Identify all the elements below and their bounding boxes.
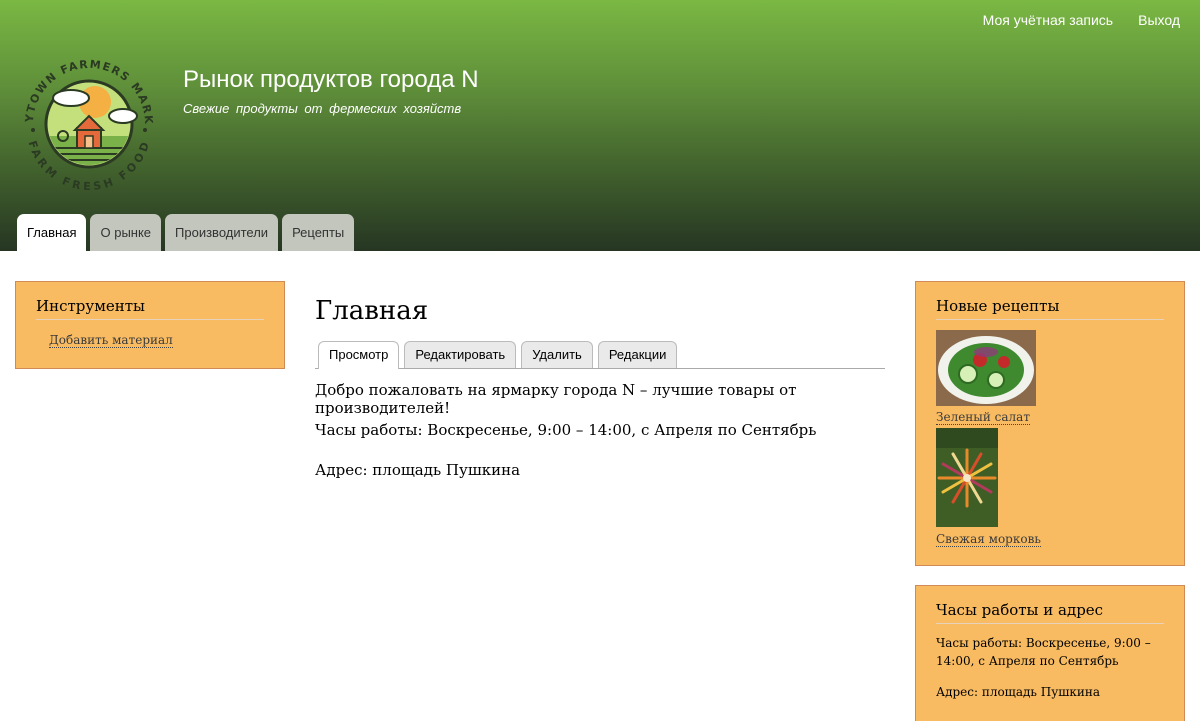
site-slogan: Свежие продукты от фермеских хозяйств <box>183 101 462 116</box>
welcome-paragraph: Добро пожаловать на ярмарку города N – л… <box>315 381 797 417</box>
add-content-link[interactable]: Добавить материал <box>49 333 173 348</box>
page-title: Главная <box>315 296 429 326</box>
tools-block-title: Инструменты <box>36 297 264 320</box>
tab-edit[interactable]: Редактировать <box>404 341 517 368</box>
main-menu: Главная О рынке Производители Рецепты <box>17 214 355 251</box>
hours-text: Часы работы: Воскресенье, 9:00 – 14:00, … <box>936 636 1151 668</box>
farmers-market-logo-icon: ANYTOWN FARMERS MARKET FARM FRESH FOOD <box>10 40 154 193</box>
salad-image[interactable] <box>936 330 1036 406</box>
tab-revisions[interactable]: Редакции <box>597 341 678 368</box>
main-menu-home[interactable]: Главная <box>17 214 87 251</box>
my-account-link[interactable]: Моя учётная запись <box>983 12 1113 28</box>
main-menu-recipes[interactable]: Рецепты <box>282 214 355 251</box>
main-menu-about[interactable]: О рынке <box>90 214 162 251</box>
site-header: Моя учётная запись Выход YTOWN FARMERS M… <box>0 0 1200 251</box>
hours-address-title: Часы работы и адрес <box>936 601 1164 624</box>
logout-link[interactable]: Выход <box>1138 12 1180 28</box>
address-text: Адрес: площадь Пушкина <box>936 685 1101 699</box>
content-tabs: Просмотр Редактировать Удалить Редакции <box>315 341 885 369</box>
address-paragraph: Адрес: площадь Пушкина <box>315 461 521 479</box>
main-menu-producers[interactable]: Производители <box>165 214 279 251</box>
secondary-menu: Моя учётная запись Выход <box>983 12 1180 28</box>
tab-view[interactable]: Просмотр <box>318 341 400 369</box>
recipe-link-salad[interactable]: Зеленый салат <box>936 410 1030 425</box>
hours-paragraph: Часы работы: Воскресенье, 9:00 – 14:00, … <box>315 421 817 439</box>
recipe-link-carrots[interactable]: Свежая морковь <box>936 532 1041 547</box>
tab-delete[interactable]: Удалить <box>521 341 593 368</box>
new-recipes-title: Новые рецепты <box>936 297 1164 320</box>
site-logo[interactable]: ANYTOWN FARMERS MARKET FARM FRESH FOOD <box>10 40 163 198</box>
tools-block: Инструменты Добавить материал <box>15 281 285 369</box>
carrots-image[interactable] <box>936 428 998 527</box>
hours-address-block: Часы работы и адрес Часы работы: Воскрес… <box>915 585 1185 721</box>
new-recipes-block: Новые рецепты Зеленый салат Свежая морко… <box>915 281 1185 566</box>
site-name[interactable]: Рынок продуктов города N <box>183 66 479 94</box>
